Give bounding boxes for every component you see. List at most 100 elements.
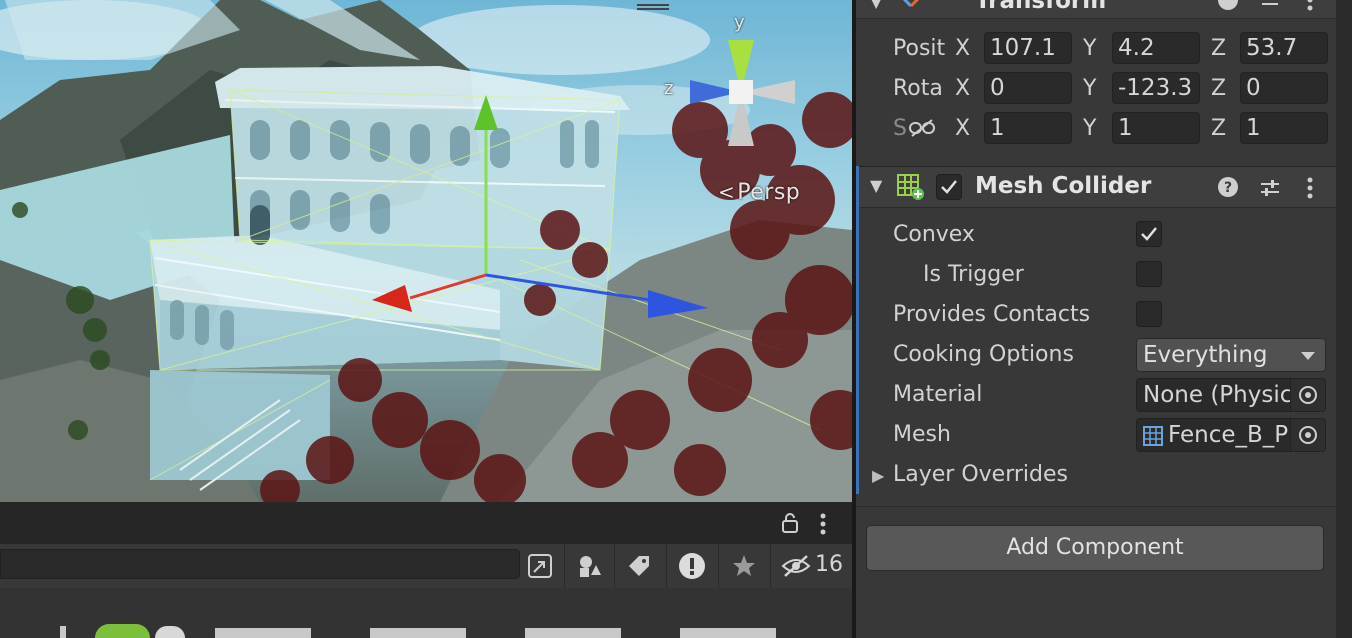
kebab-menu-icon[interactable] bbox=[1306, 0, 1314, 18]
scene-menu-handle[interactable] bbox=[637, 2, 669, 14]
transform-header[interactable]: ▼ Transform bbox=[856, 0, 1336, 19]
asset-thumbnail[interactable] bbox=[95, 624, 150, 638]
transform-icon bbox=[902, 0, 920, 8]
play-icon bbox=[155, 626, 185, 638]
cooking-options-dropdown[interactable]: Everything bbox=[1136, 338, 1326, 372]
target-icon bbox=[1299, 386, 1317, 404]
scale-x-label[interactable]: X bbox=[955, 116, 970, 141]
gizmo-z-label: z bbox=[664, 78, 674, 99]
target-icon bbox=[1299, 426, 1317, 444]
rotation-y-label[interactable]: Y bbox=[1083, 76, 1096, 101]
is-trigger-checkbox[interactable] bbox=[1136, 261, 1162, 287]
projection-toggle[interactable]: <Persp bbox=[718, 180, 800, 205]
checkmark-icon bbox=[1141, 227, 1157, 241]
object-picker-button[interactable] bbox=[1290, 419, 1325, 451]
help-icon[interactable] bbox=[1218, 0, 1238, 14]
console-errors-button[interactable] bbox=[666, 544, 717, 588]
project-content bbox=[0, 588, 852, 638]
position-y-field[interactable]: 4.2 bbox=[1112, 32, 1200, 64]
mesh-collider-header[interactable]: ▼ Mesh Collider ? bbox=[856, 166, 1336, 208]
scene-view[interactable]: y z <Persp bbox=[0, 0, 852, 502]
project-tab-bar bbox=[0, 502, 852, 545]
scale-y-label[interactable]: Y bbox=[1083, 116, 1096, 141]
scale-label: S bbox=[893, 116, 907, 141]
kebab-menu-icon[interactable] bbox=[1306, 174, 1314, 206]
material-value: None (Physic bbox=[1143, 382, 1293, 408]
mesh-value: Fence_B_P bbox=[1168, 422, 1289, 448]
project-toolbar: 16 bbox=[0, 544, 852, 589]
position-label: Posit bbox=[893, 36, 946, 61]
search-by-type-icon[interactable] bbox=[526, 552, 554, 584]
scale-z-field[interactable]: 1 bbox=[1240, 112, 1328, 144]
convex-label: Convex bbox=[893, 222, 975, 247]
persp-label: Persp bbox=[737, 180, 801, 205]
eye-slash-icon bbox=[781, 555, 811, 577]
object-picker-button[interactable] bbox=[1290, 379, 1325, 411]
asset-thumbnail[interactable] bbox=[525, 628, 621, 638]
scale-x-field[interactable]: 1 bbox=[984, 112, 1072, 144]
filter-by-label-button[interactable] bbox=[614, 544, 665, 588]
lock-icon[interactable] bbox=[780, 512, 800, 538]
tag-icon bbox=[629, 556, 649, 576]
component-accent-bar bbox=[856, 166, 859, 494]
position-z-field[interactable]: 53.7 bbox=[1240, 32, 1328, 64]
shapes-icon bbox=[580, 556, 601, 577]
svg-text:?: ? bbox=[1224, 180, 1232, 196]
hidden-packages-button[interactable]: 16 bbox=[770, 544, 853, 588]
inspector-panel: ▼ Transform Posit X 107.1 Y 4.2 Z 53.7 R… bbox=[856, 0, 1336, 638]
scale-z-label[interactable]: Z bbox=[1211, 116, 1226, 141]
cooking-options-label: Cooking Options bbox=[893, 342, 1074, 367]
scene-render bbox=[0, 0, 852, 502]
provides-contacts-checkbox[interactable] bbox=[1136, 301, 1162, 327]
gizmo-y-label: y bbox=[734, 12, 745, 33]
convex-checkbox[interactable] bbox=[1136, 221, 1162, 247]
hidden-count: 16 bbox=[815, 552, 843, 577]
mesh-icon bbox=[1143, 426, 1163, 446]
divider bbox=[856, 506, 1336, 507]
presets-icon[interactable] bbox=[1259, 177, 1281, 203]
chevron-down-icon[interactable]: ▼ bbox=[870, 176, 882, 195]
asset-thumbnail[interactable] bbox=[215, 628, 311, 638]
presets-icon[interactable] bbox=[1260, 0, 1280, 14]
rotation-y-field[interactable]: -123.3 bbox=[1112, 72, 1200, 104]
rotation-label: Rota bbox=[893, 76, 943, 101]
rotation-x-label[interactable]: X bbox=[955, 76, 970, 101]
checkmark-icon bbox=[941, 180, 957, 194]
rotation-x-field[interactable]: 0 bbox=[984, 72, 1072, 104]
inspector-scrollbar[interactable] bbox=[1336, 0, 1352, 638]
star-icon bbox=[733, 555, 755, 576]
filter-by-type-button[interactable] bbox=[564, 544, 615, 588]
add-component-button[interactable]: Add Component bbox=[866, 525, 1324, 571]
link-scale-icon[interactable] bbox=[908, 118, 936, 142]
project-panel: 16 bbox=[0, 502, 852, 638]
project-search-input[interactable] bbox=[0, 549, 520, 579]
is-trigger-label: Is Trigger bbox=[923, 262, 1024, 287]
asset-thumbnail[interactable] bbox=[680, 628, 776, 638]
material-label: Material bbox=[893, 382, 983, 407]
position-x-field[interactable]: 107.1 bbox=[984, 32, 1072, 64]
warning-icon bbox=[679, 553, 705, 579]
favorites-button[interactable] bbox=[718, 544, 769, 588]
chevron-left-icon: < bbox=[718, 180, 736, 204]
dropdown-arrow-icon bbox=[1301, 352, 1315, 360]
position-y-label[interactable]: Y bbox=[1083, 36, 1096, 61]
layer-overrides-foldout[interactable]: Layer Overrides bbox=[893, 462, 1068, 487]
scale-y-field[interactable]: 1 bbox=[1112, 112, 1200, 144]
position-z-label[interactable]: Z bbox=[1211, 36, 1226, 61]
material-field[interactable]: None (Physic bbox=[1136, 378, 1326, 412]
chevron-right-icon[interactable]: ▶ bbox=[872, 466, 884, 485]
mesh-collider-enabled-checkbox[interactable] bbox=[936, 174, 962, 200]
transform-title: Transform bbox=[975, 0, 1107, 14]
rotation-z-label[interactable]: Z bbox=[1211, 76, 1226, 101]
mesh-field[interactable]: Fence_B_P bbox=[1136, 418, 1326, 452]
asset-thumbnail[interactable] bbox=[370, 628, 466, 638]
chevron-down-icon[interactable]: ▼ bbox=[870, 0, 882, 11]
kebab-menu-icon[interactable] bbox=[818, 512, 828, 540]
position-x-label[interactable]: X bbox=[955, 36, 970, 61]
help-icon[interactable]: ? bbox=[1218, 177, 1238, 201]
provides-contacts-label: Provides Contacts bbox=[893, 302, 1091, 327]
cooking-options-value: Everything bbox=[1143, 342, 1268, 368]
rotation-z-field[interactable]: 0 bbox=[1240, 72, 1328, 104]
mesh-collider-icon bbox=[897, 174, 924, 200]
mesh-label: Mesh bbox=[893, 422, 951, 447]
